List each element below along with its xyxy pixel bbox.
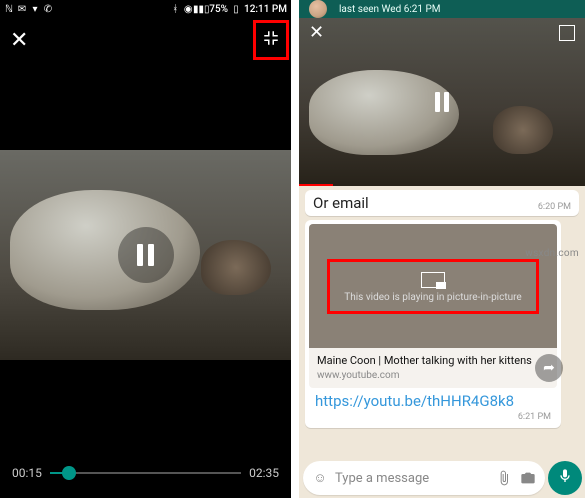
preview-thumbnail: This video is playing in picture-in-pict… xyxy=(309,224,557,348)
message-timestamp: 6:20 PM xyxy=(538,202,571,212)
emoji-icon[interactable]: ☺ xyxy=(311,469,329,487)
incoming-message-bubble[interactable]: Or email 6:20 PM xyxy=(305,190,579,216)
avatar[interactable] xyxy=(309,0,327,18)
nfc-icon: ℕ xyxy=(4,4,14,14)
total-duration: 02:35 xyxy=(249,466,279,480)
link-preview-card[interactable]: This video is playing in picture-in-pict… xyxy=(309,224,557,388)
pip-notice-text: This video is playing in picture-in-pict… xyxy=(344,292,521,303)
seek-thumb-icon[interactable] xyxy=(62,466,76,480)
watermark: wsxdn.com xyxy=(525,248,579,259)
signal-icon: ▾ xyxy=(30,4,40,14)
message-link-text[interactable]: https://youtu.be/thHHR4G8k8 xyxy=(309,388,557,412)
preview-domain: www.youtube.com xyxy=(317,369,549,382)
video-viewport[interactable] xyxy=(0,150,291,360)
forward-button[interactable]: ➦ xyxy=(535,354,563,382)
exit-fullscreen-icon[interactable] xyxy=(262,31,280,52)
left-phone-video-player: ℕ ✉ ▾ ✆ ᚼ ◉ ▮▮▯ 75% ▯ 12:11 PM ✕ xyxy=(0,0,291,498)
camera-icon[interactable] xyxy=(519,469,537,487)
video-progress-bar: 00:15 02:35 xyxy=(0,466,291,480)
seek-track[interactable] xyxy=(50,472,241,474)
wifi-icon: ◉ xyxy=(183,4,193,14)
microphone-icon xyxy=(557,468,573,488)
pause-icon xyxy=(137,244,154,266)
message-input-bar: ☺ Type a message xyxy=(303,461,545,495)
pause-button[interactable] xyxy=(435,92,449,112)
last-seen-text: last seen Wed 6:21 PM xyxy=(339,4,441,15)
attachment-icon[interactable] xyxy=(495,469,513,487)
chat-header[interactable]: last seen Wed 6:21 PM xyxy=(299,0,585,18)
battery-icon: ▯ xyxy=(231,4,241,14)
picture-in-picture-icon xyxy=(421,272,445,288)
cell-signal-icon: ▮▮▯ xyxy=(196,4,206,14)
elapsed-time: 00:15 xyxy=(12,466,42,480)
phone-icon: ✆ xyxy=(43,4,53,14)
message-input[interactable]: Type a message xyxy=(335,471,489,486)
pause-button[interactable] xyxy=(118,227,174,283)
fullscreen-icon[interactable] xyxy=(559,25,575,41)
bluetooth-icon: ᚼ xyxy=(170,4,180,14)
mail-icon: ✉ xyxy=(17,4,27,14)
voice-message-button[interactable] xyxy=(548,461,582,495)
battery-percentage: 75% xyxy=(209,4,228,15)
pip-video-player[interactable]: ✕ xyxy=(299,18,585,186)
close-icon[interactable]: ✕ xyxy=(309,22,324,43)
status-clock: 12:11 PM xyxy=(244,4,287,15)
close-icon[interactable]: ✕ xyxy=(10,28,28,53)
message-text: Or email xyxy=(313,194,369,212)
chat-scroll-area[interactable]: Or email 6:20 PM This video is playing i… xyxy=(299,186,585,498)
incoming-link-message-bubble[interactable]: This video is playing in picture-in-pict… xyxy=(305,220,561,428)
message-timestamp: 6:21 PM xyxy=(518,412,551,422)
highlight-box-minimize xyxy=(253,20,289,60)
preview-title: Maine Coon | Mother talking with her kit… xyxy=(317,354,532,367)
forward-arrow-icon: ➦ xyxy=(543,360,555,376)
video-top-bar: ✕ xyxy=(0,18,291,62)
android-status-bar: ℕ ✉ ▾ ✆ ᚼ ◉ ▮▮▯ 75% ▯ 12:11 PM xyxy=(0,0,291,18)
highlight-box-pip-notice: This video is playing in picture-in-pict… xyxy=(327,259,538,314)
